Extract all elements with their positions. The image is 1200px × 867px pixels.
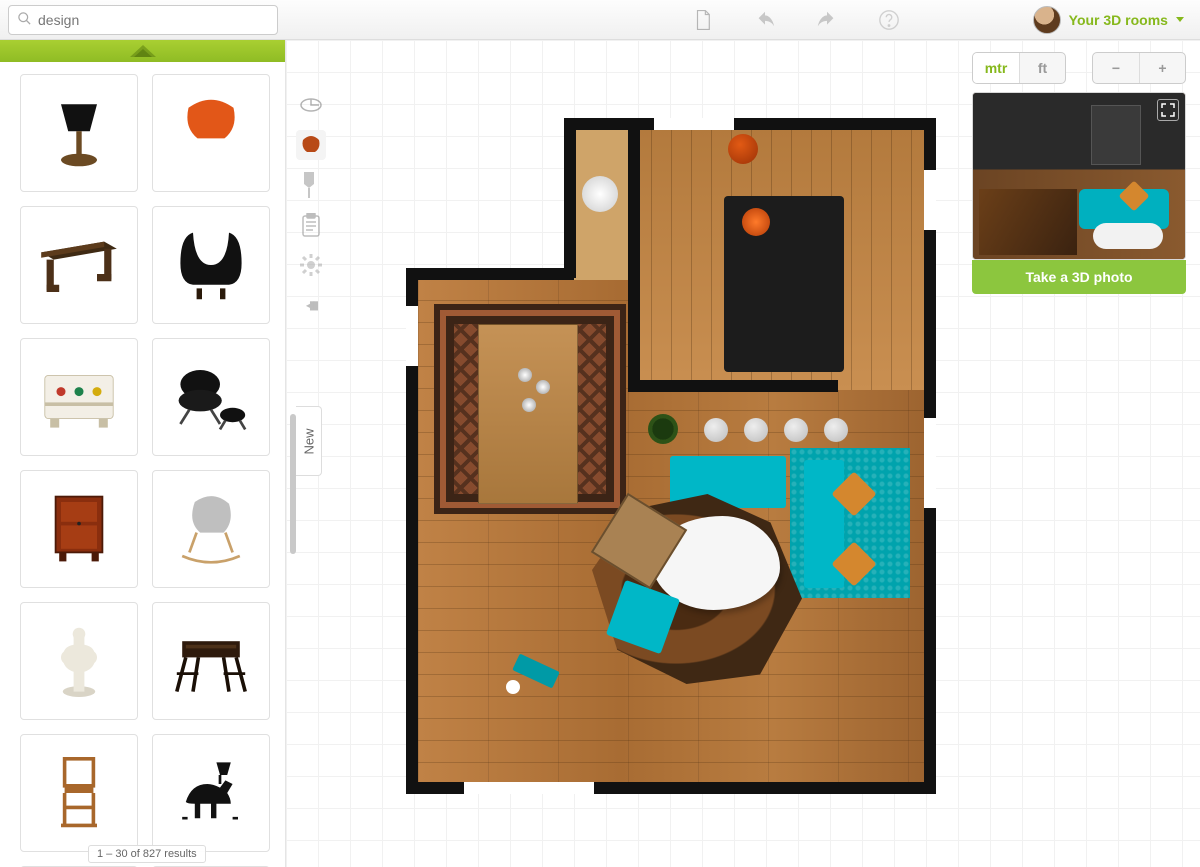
- furniture-sidebar: 1 – 30 of 827 results: [0, 40, 286, 867]
- preview-coffee-table: [1093, 223, 1163, 249]
- unit-imperial-button[interactable]: ft: [1019, 53, 1065, 83]
- unit-toggle: mtr ft: [972, 52, 1066, 84]
- plant[interactable]: [648, 414, 678, 444]
- wall: [406, 268, 574, 280]
- redo-icon[interactable]: [816, 9, 838, 31]
- lib-item-cabinet-red[interactable]: [20, 470, 138, 588]
- lib-item-campaign-desk-dark[interactable]: [152, 602, 270, 720]
- search-wrap: [0, 0, 286, 40]
- dining-table[interactable]: [478, 324, 578, 504]
- search-icon: [17, 11, 32, 29]
- door-opening: [654, 118, 734, 130]
- zoom-in-button[interactable]: +: [1139, 53, 1185, 83]
- avatar: [1033, 6, 1061, 34]
- preview-window: [1091, 105, 1141, 165]
- stool[interactable]: [824, 418, 848, 442]
- search-box[interactable]: [8, 5, 278, 35]
- lib-item-writing-desk-wood[interactable]: [20, 206, 138, 324]
- new-document-icon[interactable]: [692, 9, 714, 31]
- preview-3d[interactable]: [972, 92, 1186, 260]
- results-count: 1 – 30 of 827 results: [88, 845, 206, 863]
- door-opening: [464, 782, 594, 794]
- tabletop-item: [536, 380, 550, 394]
- floorplan[interactable]: [406, 118, 936, 798]
- preview-rug: [979, 189, 1077, 255]
- stool-orange[interactable]: [728, 134, 758, 164]
- clipboard-tool[interactable]: [296, 210, 326, 240]
- top-icon-group: [352, 9, 900, 31]
- tabletop-item: [522, 398, 536, 412]
- lib-item-ornate-chest-white[interactable]: [20, 338, 138, 456]
- lib-item-horse-lamp-black[interactable]: [152, 734, 270, 852]
- user-menu-label: Your 3D rooms: [1069, 12, 1168, 28]
- wall: [564, 118, 936, 130]
- lib-item-rocking-chair-grey[interactable]: [152, 470, 270, 588]
- window-opening: [406, 306, 418, 366]
- pendant-light: [582, 176, 618, 212]
- tool-strip: ◂▮▮: [294, 90, 328, 320]
- expand-icon[interactable]: [1157, 99, 1179, 121]
- stool[interactable]: [744, 418, 768, 442]
- lib-item-high-chair-wood[interactable]: [20, 734, 138, 852]
- lamp-base: [506, 680, 520, 694]
- search-input[interactable]: [38, 12, 269, 28]
- wall: [628, 380, 838, 392]
- window-opening: [924, 170, 936, 230]
- bowl: [742, 208, 770, 236]
- new-side-tab[interactable]: New: [296, 406, 322, 476]
- settings-tool[interactable]: [296, 250, 326, 280]
- right-panel: mtr ft − + Take a 3D photo: [972, 52, 1186, 294]
- stool[interactable]: [704, 418, 728, 442]
- lib-item-lounge-chair-ottoman-black[interactable]: [152, 338, 270, 456]
- library-grid: [14, 74, 275, 867]
- user-menu[interactable]: Your 3D rooms: [1033, 6, 1184, 34]
- unit-metric-button[interactable]: mtr: [973, 53, 1019, 83]
- top-toolbar: Your 3D rooms: [0, 0, 1200, 40]
- wall: [564, 118, 576, 278]
- zoom-out-button[interactable]: −: [1093, 53, 1139, 83]
- measure-tool[interactable]: [296, 90, 326, 120]
- window-opening: [924, 418, 936, 508]
- new-tab-label: New: [301, 428, 316, 454]
- help-icon[interactable]: [878, 9, 900, 31]
- lib-item-table-lamp-black[interactable]: [20, 74, 138, 192]
- category-collapse-bar[interactable]: [0, 40, 285, 62]
- wall: [628, 118, 640, 390]
- take-3d-photo-button[interactable]: Take a 3D photo: [972, 260, 1186, 294]
- tabletop-item: [518, 368, 532, 382]
- zoom-control: − +: [1092, 52, 1186, 84]
- chevron-down-icon: [1176, 17, 1184, 22]
- lib-item-eames-chair-orange[interactable]: [152, 74, 270, 192]
- lib-item-vase-sculpture-white[interactable]: [20, 602, 138, 720]
- undo-icon[interactable]: [754, 9, 776, 31]
- unit-zoom-row: mtr ft − +: [972, 52, 1186, 84]
- library-scroll[interactable]: [0, 62, 285, 867]
- stool[interactable]: [784, 418, 808, 442]
- collapse-tool[interactable]: ◂▮▮: [296, 290, 326, 320]
- paint-tool[interactable]: [296, 170, 326, 200]
- lib-item-wingback-chair-black[interactable]: [152, 206, 270, 324]
- furniture-tool[interactable]: [296, 130, 326, 160]
